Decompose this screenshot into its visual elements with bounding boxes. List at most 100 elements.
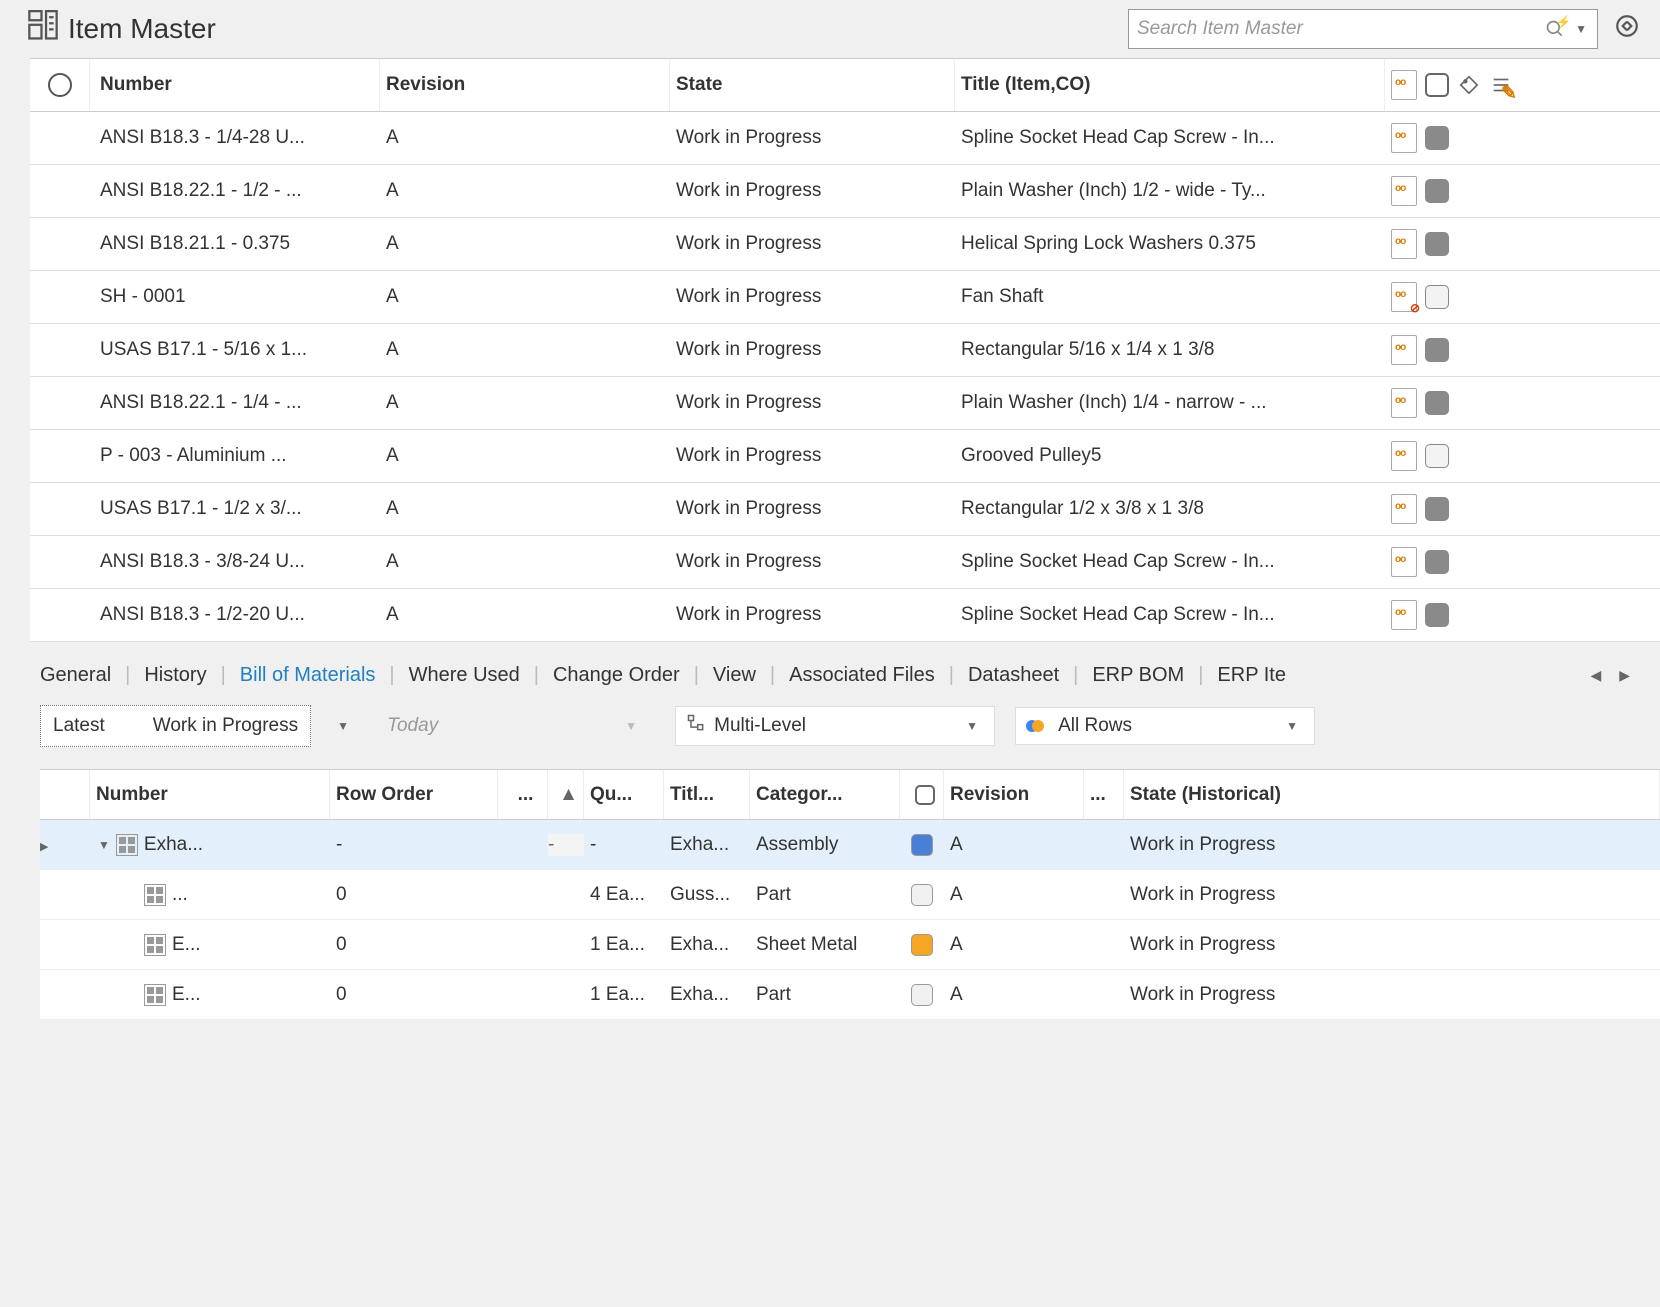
search-dropdown-caret-icon[interactable]: ▼ [1575,22,1587,36]
bom-col-state[interactable]: State (Historical) [1130,784,1281,806]
col-revision[interactable]: Revision [386,74,465,96]
latest-combo[interactable]: Latest Work in Progress [40,705,311,747]
table-row[interactable]: USAS B17.1 - 5/16 x 1...AWork in Progres… [30,324,1660,377]
file-link-icon[interactable] [1391,282,1417,312]
file-link-icon[interactable] [1391,494,1417,524]
bom-row[interactable]: ▶▼Exha...---Exha...AssemblyAWork in Prog… [40,820,1660,870]
cell-state: Work in Progress [670,551,955,573]
file-link-icon[interactable] [1391,123,1417,153]
bom-col-qty[interactable]: Qu... [590,784,632,806]
tab-view[interactable]: View [713,664,756,687]
cell-state: Work in Progress [670,604,955,626]
row-checkbox[interactable] [1425,285,1449,309]
cell-number: USAS B17.1 - 5/16 x 1... [90,339,380,361]
file-link-icon[interactable] [1391,388,1417,418]
tab-where-used[interactable]: Where Used [409,664,520,687]
item-master-icon [25,7,61,52]
table-row[interactable]: USAS B17.1 - 1/2 x 3/...AWork in Progres… [30,483,1660,536]
bom-cell-number: E... [172,984,201,1006]
col-title[interactable]: Title (Item,CO) [961,74,1091,96]
tab-scroll-right-icon[interactable]: ▶ [1619,667,1630,684]
tab-separator: | [389,664,394,687]
bom-cell-titl: Exha... [664,984,750,1006]
tab-bill-of-materials[interactable]: Bill of Materials [240,664,376,687]
tab-scroll-left-icon[interactable]: ◀ [1590,667,1601,684]
bom-col-dots2[interactable]: ... [1090,784,1106,806]
table-row[interactable]: ANSI B18.3 - 3/8-24 U...AWork in Progres… [30,536,1660,589]
bom-col-rev[interactable]: Revision [950,784,1029,806]
file-link-icon[interactable] [1391,547,1417,577]
row-checkbox[interactable] [1425,232,1449,256]
search-icon[interactable]: ⚡ [1545,19,1565,39]
sort-asc-icon[interactable]: ▲ [559,784,578,806]
cell-revision: A [380,392,670,414]
row-checkbox[interactable] [1425,391,1449,415]
header-checkbox-icon[interactable] [1425,73,1449,97]
expand-arrow-icon[interactable]: ▶ [40,841,48,853]
row-checkbox[interactable] [1425,179,1449,203]
bom-row[interactable]: E...01 Ea...Exha...PartAWork in Progress [40,970,1660,1020]
file-link-icon[interactable] [1391,441,1417,471]
tab-history[interactable]: History [144,664,206,687]
rows-combo[interactable]: All Rows ▼ [1015,707,1315,745]
header-file-icon[interactable] [1391,70,1417,100]
cell-revision: A [380,286,670,308]
cell-number: ANSI B18.3 - 3/8-24 U... [90,551,380,573]
page-title: Item Master [68,13,1128,45]
tab-erp-bom[interactable]: ERP BOM [1092,664,1184,687]
col-number[interactable]: Number [100,74,172,96]
row-checkbox[interactable] [1425,338,1449,362]
row-checkbox[interactable] [1425,444,1449,468]
row-checkbox[interactable] [1425,497,1449,521]
table-row[interactable]: ANSI B18.22.1 - 1/2 - ...AWork in Progre… [30,165,1660,218]
bom-col-dots[interactable]: ... [518,784,534,806]
tab-datasheet[interactable]: Datasheet [968,664,1059,687]
refresh-icon[interactable] [1614,13,1640,45]
tab-associated-files[interactable]: Associated Files [789,664,935,687]
header-radio[interactable] [30,59,90,111]
bom-cell-qty: 1 Ea... [584,984,664,1006]
file-link-icon[interactable] [1391,335,1417,365]
bom-col-cat[interactable]: Categor... [756,784,843,806]
cell-state: Work in Progress [670,498,955,520]
cell-title: Helical Spring Lock Washers 0.375 [955,233,1385,255]
tag-icon[interactable] [1457,73,1481,97]
search-box[interactable]: ⚡ ▼ [1128,9,1598,49]
today-combo[interactable]: Today ▼ [375,705,655,747]
table-row[interactable]: ANSI B18.22.1 - 1/4 - ...AWork in Progre… [30,377,1660,430]
table-row[interactable]: ANSI B18.3 - 1/4-28 U...AWork in Progres… [30,112,1660,165]
latest-caret-icon[interactable]: ▼ [331,719,355,733]
table-row[interactable]: ANSI B18.3 - 1/2-20 U...AWork in Progres… [30,589,1660,642]
file-link-icon[interactable] [1391,176,1417,206]
tab-change-order[interactable]: Change Order [553,664,680,687]
table-row[interactable]: P - 003 - Aluminium ...AWork in Progress… [30,430,1660,483]
bom-row[interactable]: E...01 Ea...Exha...Sheet MetalAWork in P… [40,920,1660,970]
list-edit-icon[interactable]: ✎ [1489,73,1513,97]
tab-erp-ite[interactable]: ERP Ite [1217,664,1286,687]
table-row[interactable]: SH - 0001AWork in ProgressFan Shaft [30,271,1660,324]
tree-caret-icon[interactable]: ▼ [98,838,110,852]
col-state[interactable]: State [676,74,722,96]
file-link-icon[interactable] [1391,229,1417,259]
tab-general[interactable]: General [40,664,111,687]
table-row[interactable]: ANSI B18.21.1 - 0.375AWork in ProgressHe… [30,218,1660,271]
cell-state: Work in Progress [670,339,955,361]
cell-state: Work in Progress [670,286,955,308]
bom-col-roworder[interactable]: Row Order [336,784,433,806]
bom-cell-state: Work in Progress [1124,834,1660,856]
file-link-icon[interactable] [1391,600,1417,630]
bom-col-number[interactable]: Number [96,784,168,806]
bom-filter-row: Latest Work in Progress ▼ Today ▼ Multi-… [40,705,1660,747]
level-combo[interactable]: Multi-Level ▼ [675,706,995,746]
bom-cell-roworder: 0 [330,884,498,906]
row-checkbox[interactable] [1425,550,1449,574]
bom-col-checkbox-icon[interactable] [915,785,935,805]
bom-col-titl[interactable]: Titl... [670,784,714,806]
wip-label: Work in Progress [153,715,298,737]
search-input[interactable] [1137,18,1541,40]
item-grid: Number Revision State Title (Item,CO) ✎ … [30,58,1660,642]
category-color-icon [911,834,933,856]
row-checkbox[interactable] [1425,603,1449,627]
bom-row[interactable]: ...04 Ea...Guss...PartAWork in Progress [40,870,1660,920]
row-checkbox[interactable] [1425,126,1449,150]
